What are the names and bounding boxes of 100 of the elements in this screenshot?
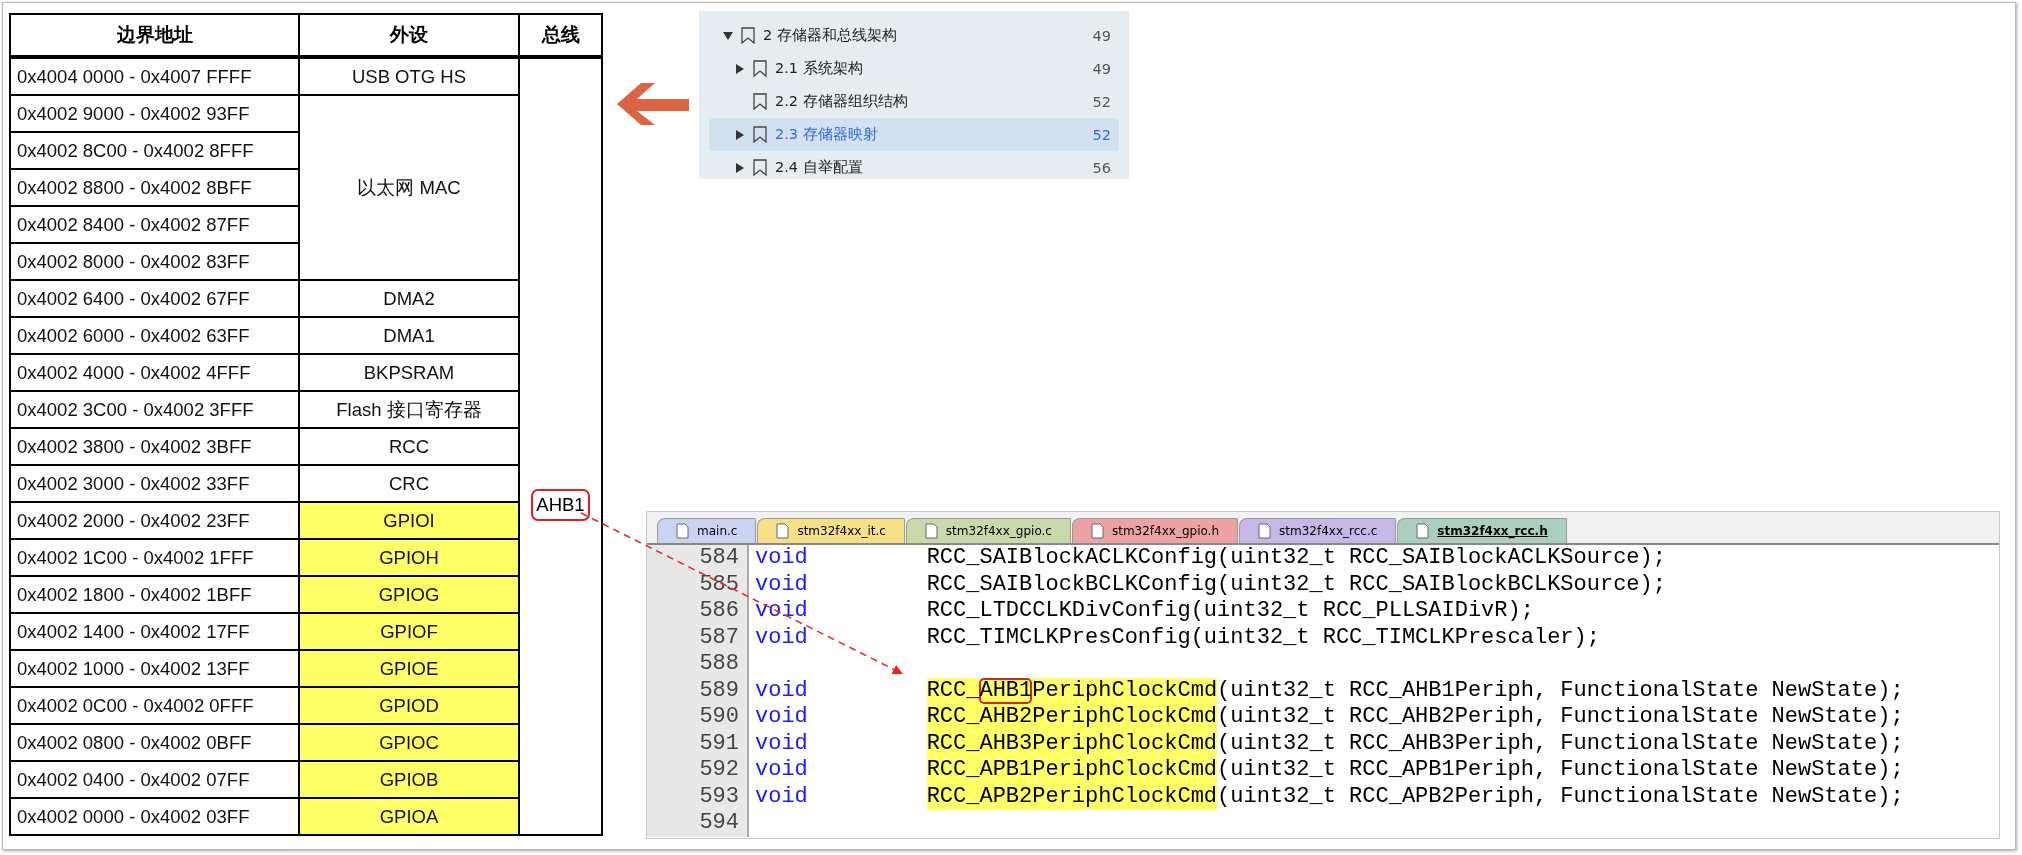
bookmark-icon bbox=[753, 93, 767, 110]
table-cell-text: 0x4002 2000 - 0x4002 23FF bbox=[16, 509, 251, 533]
file-tab[interactable]: stm32f4xx_it.c bbox=[757, 518, 905, 543]
table-cell: GPIOH bbox=[300, 540, 518, 575]
line-number: 594 bbox=[647, 810, 749, 837]
table-cell-text: 以太网 MAC bbox=[356, 176, 462, 200]
arrow-icon bbox=[617, 83, 689, 125]
code-text: (uint32_t RCC_AHB1Periph, FunctionalState NewState); bbox=[1217, 677, 1904, 704]
function-name: RCC_AHB2PeriphClockCmd bbox=[926, 704, 1218, 731]
code-keyword: void bbox=[755, 730, 808, 757]
function-name: RCC_APB1PeriphClockCmd bbox=[926, 757, 1218, 784]
code-text: (uint32_t RCC_SAIBlockBCLKSource); bbox=[1217, 571, 1666, 598]
code-keyword: void bbox=[755, 677, 808, 704]
table-cell: GPIOF bbox=[300, 614, 518, 649]
table-cell-text: 0x4002 8000 - 0x4002 83FF bbox=[16, 250, 251, 274]
bookmark-item[interactable]: 2.3 存储器映射 52 bbox=[709, 118, 1119, 151]
line-number: 591 bbox=[647, 730, 749, 757]
code-keyword: void bbox=[755, 571, 808, 598]
table-cell-text: DMA1 bbox=[382, 323, 436, 348]
table-cell: GPIOD bbox=[300, 688, 518, 723]
table-cell-text: USB OTG HS bbox=[350, 64, 468, 89]
table-header: 外设 bbox=[300, 15, 520, 55]
file-tab[interactable]: main.c bbox=[657, 518, 757, 543]
table-cell-text: 0x4002 0C00 - 0x4002 0FFF bbox=[16, 694, 255, 718]
file-tab[interactable]: stm32f4xx_rcc.c bbox=[1239, 518, 1397, 543]
table-cell-text: 0x4002 3000 - 0x4002 33FF bbox=[16, 472, 251, 496]
line-number: 588 bbox=[647, 651, 749, 678]
file-icon bbox=[1258, 523, 1272, 539]
table-cell: 0x4002 8400 - 0x4002 87FF bbox=[11, 207, 298, 244]
function-name: RCC_APB2PeriphClockCmd bbox=[926, 783, 1218, 810]
table-cell-text: CRC bbox=[387, 471, 431, 496]
triangle-icon[interactable] bbox=[735, 63, 745, 74]
table-cell-text: 0x4002 4000 - 0x4002 4FFF bbox=[16, 361, 252, 385]
function-name: PeriphClockCmd bbox=[1032, 677, 1218, 704]
file-icon bbox=[1090, 523, 1104, 539]
table-cell-text: 0x4002 1400 - 0x4002 17FF bbox=[16, 620, 251, 644]
line-number: 587 bbox=[647, 624, 749, 651]
table-cell-text: 0x4002 1000 - 0x4002 13FF bbox=[16, 657, 251, 681]
table-cell: 0x4002 9000 - 0x4002 93FF bbox=[11, 96, 298, 133]
table-cell-text: 0x4002 1800 - 0x4002 1BFF bbox=[16, 583, 253, 607]
bookmark-item[interactable]: 2.4 自举配置 56 bbox=[709, 151, 1119, 184]
table-cell-text: 0x4002 0400 - 0x4002 07FF bbox=[16, 768, 251, 792]
code-keyword: void bbox=[755, 757, 808, 784]
function-name: RCC_LTDCCLKDivConfig bbox=[926, 598, 1191, 625]
line-number: 593 bbox=[647, 783, 749, 810]
table-cell: 0x4002 8800 - 0x4002 8BFF bbox=[11, 170, 298, 207]
code-text: (uint32_t RCC_TIMCLKPrescaler); bbox=[1190, 624, 1600, 651]
table-cell-text: RCC bbox=[387, 434, 431, 459]
function-name: RCC_AHB3PeriphClockCmd bbox=[926, 730, 1218, 757]
file-icon bbox=[1416, 523, 1430, 539]
table-cell: GPIOC bbox=[300, 725, 518, 760]
function-name: RCC_SAIBlockACLKConfig bbox=[926, 545, 1218, 572]
table-cell: GPIOE bbox=[300, 651, 518, 686]
code-keyword: void bbox=[755, 704, 808, 731]
code-text: (uint32_t RCC_AHB3Periph, FunctionalState NewState); bbox=[1217, 730, 1904, 757]
table-cell-text: DMA2 bbox=[382, 286, 436, 311]
file-icon bbox=[924, 523, 938, 539]
table-cell: AHB1 bbox=[531, 489, 590, 521]
line-number: 592 bbox=[647, 757, 749, 784]
function-name: RCC_TIMCLKPresConfig bbox=[926, 624, 1191, 651]
line-number: 586 bbox=[647, 598, 749, 625]
code-keyword: void bbox=[755, 598, 808, 625]
file-icon bbox=[776, 523, 790, 539]
file-tab[interactable]: stm32f4xx_gpio.c bbox=[905, 518, 1071, 543]
table-cell: GPIOA bbox=[300, 799, 518, 834]
table-header: 边界地址 bbox=[11, 15, 300, 55]
bookmark-icon bbox=[741, 27, 755, 44]
bookmark-item[interactable]: 2.1 系统架构 49 bbox=[709, 52, 1119, 85]
table-cell: 0x4002 8C00 - 0x4002 8FFF bbox=[11, 133, 298, 170]
table-cell-text: 0x4002 0800 - 0x4002 0BFF bbox=[16, 731, 253, 755]
table-cell: GPIOI bbox=[300, 503, 518, 538]
code-keyword: void bbox=[755, 783, 808, 810]
code-keyword: void bbox=[755, 545, 808, 572]
table-cell-text: 0x4002 1C00 - 0x4002 1FFF bbox=[16, 546, 255, 570]
line-number: 585 bbox=[647, 571, 749, 598]
line-number: 589 bbox=[647, 677, 749, 704]
table-cell-text: Flash 接口寄存器 bbox=[335, 398, 483, 422]
table-cell-text: 0x4002 3C00 - 0x4002 3FFF bbox=[16, 398, 255, 422]
code-text: (uint32_t RCC_PLLSAIDivR); bbox=[1190, 598, 1534, 625]
table-cell: GPIOG bbox=[300, 577, 518, 612]
code-text: (uint32_t RCC_APB1Periph, FunctionalState NewState); bbox=[1217, 757, 1904, 784]
code-text: (uint32_t RCC_SAIBlockACLKSource); bbox=[1217, 545, 1666, 572]
code-text: (uint32_t RCC_APB2Periph, FunctionalState NewState); bbox=[1217, 783, 1904, 810]
code-keyword: void bbox=[755, 624, 808, 651]
table-header: 总线 bbox=[540, 23, 581, 47]
table-cell: GPIOB bbox=[300, 762, 518, 797]
file-tab[interactable]: stm32f4xx_rcc.h bbox=[1397, 518, 1567, 543]
line-number: 590 bbox=[647, 704, 749, 731]
bookmark-icon bbox=[753, 159, 767, 176]
file-tab[interactable]: stm32f4xx_gpio.h bbox=[1071, 518, 1239, 543]
bookmark-item[interactable]: 2 存储器和总线架构 49 bbox=[709, 19, 1119, 52]
table-cell-text: BKPSRAM bbox=[362, 360, 456, 385]
function-name: RCC_SAIBlockBCLKConfig bbox=[926, 571, 1218, 598]
table-cell-text: 0x4002 3800 - 0x4002 3BFF bbox=[16, 435, 253, 459]
bookmark-item[interactable]: 2.2 存储器组织结构 52 bbox=[709, 85, 1119, 118]
triangle-icon[interactable] bbox=[735, 162, 745, 173]
triangle-icon[interactable] bbox=[735, 129, 745, 140]
file-icon bbox=[676, 523, 689, 539]
triangle-icon[interactable] bbox=[723, 30, 733, 41]
table-cell-text: 0x4002 6400 - 0x4002 67FF bbox=[16, 287, 251, 311]
